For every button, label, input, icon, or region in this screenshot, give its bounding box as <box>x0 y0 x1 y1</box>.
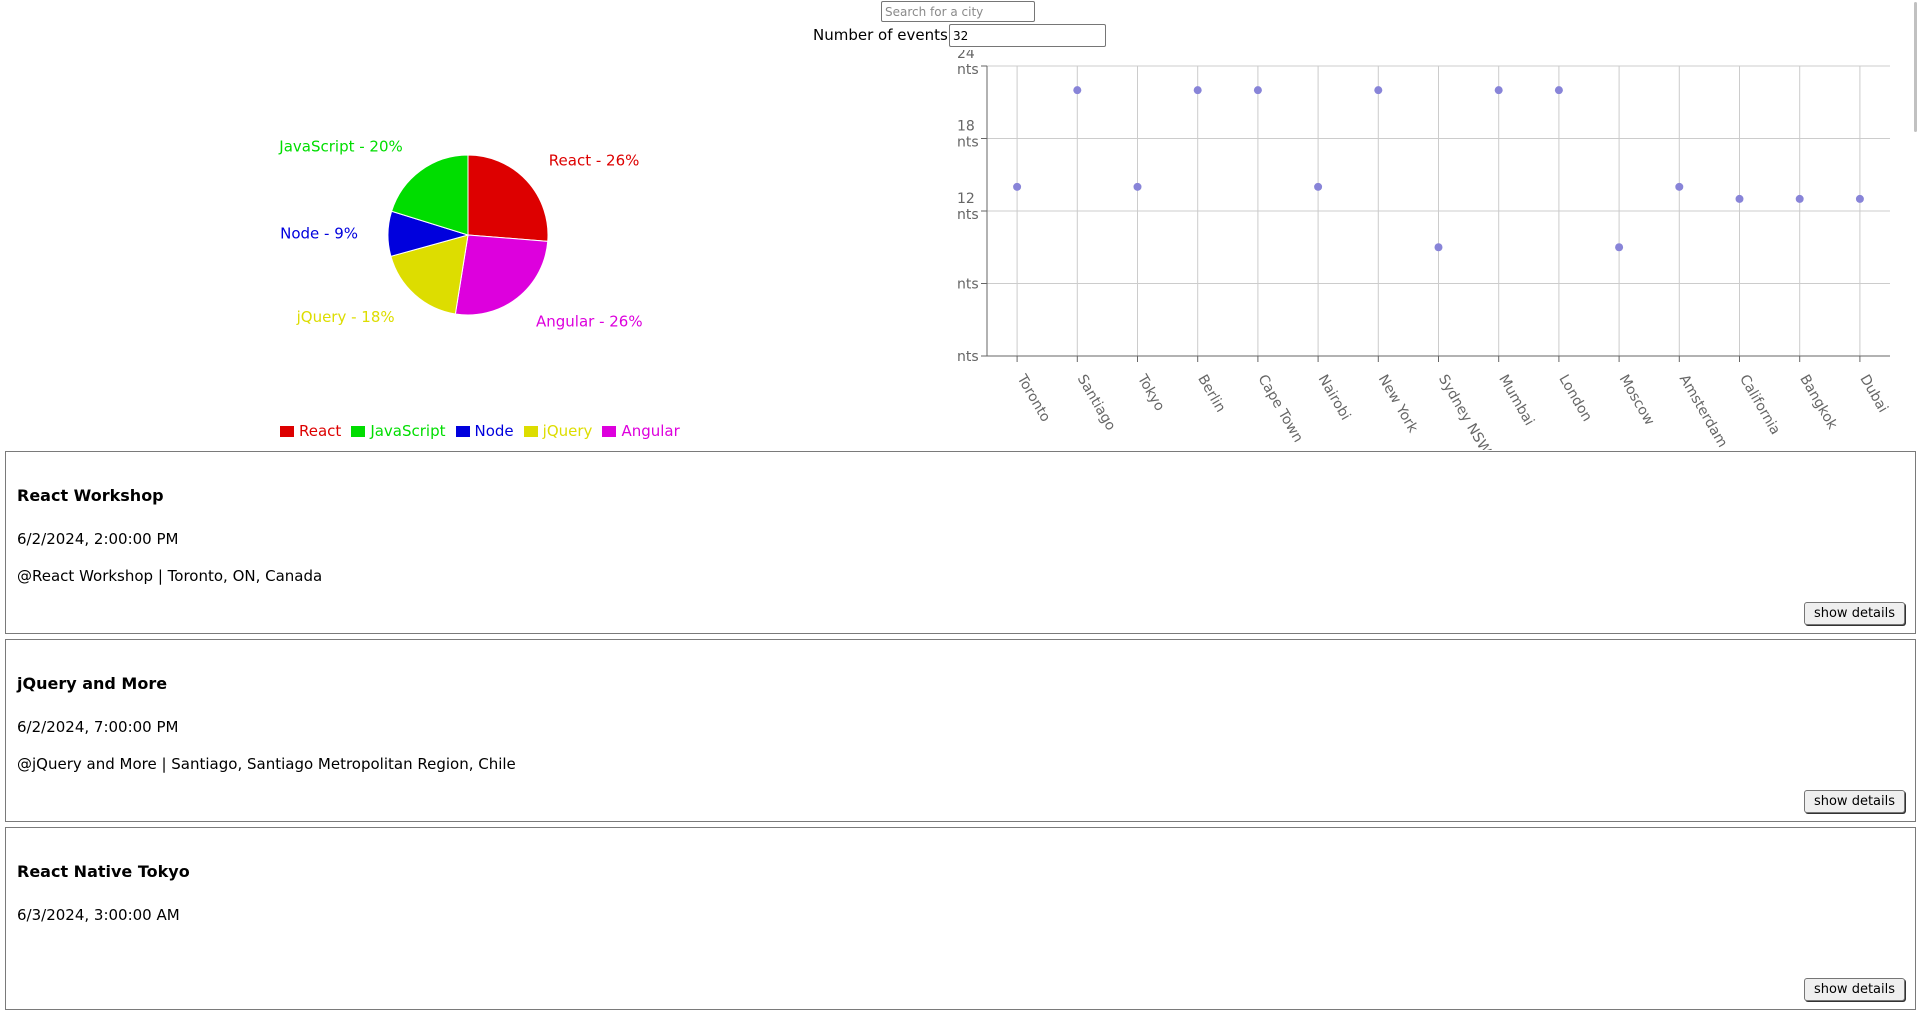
x-tick-label: London <box>1555 372 1595 424</box>
scatter-point-tokyo <box>1133 182 1142 191</box>
scatter-point-california <box>1735 194 1744 203</box>
pie-label-react: React - 26% <box>549 151 640 169</box>
y-tick-label-line: 12 <box>957 191 975 207</box>
legend-item-react: React <box>280 421 341 441</box>
top-controls: Number of events: <box>0 0 1919 50</box>
legend-label: JavaScript <box>370 422 446 440</box>
event-location: @React Workshop | Toronto, ON, Canada <box>17 567 323 585</box>
event-title: jQuery and More <box>17 674 168 693</box>
legend-label: React <box>299 422 342 440</box>
y-tick-label-line: nts <box>957 135 979 151</box>
event-date: 6/2/2024, 7:00:00 PM <box>17 718 179 736</box>
event-list: React Workshop 6/2/2024, 2:00:00 PM @Rea… <box>5 451 1916 1015</box>
y-tick-label-line: nts <box>957 207 979 223</box>
scatter-point-london <box>1554 86 1563 95</box>
y-tick-label-line: nts <box>957 349 979 365</box>
show-details-button[interactable]: show details <box>1804 790 1905 813</box>
y-tick-label: nts <box>957 349 979 365</box>
y-tick-label-line: 24 <box>957 50 975 62</box>
y-tick-label-line: nts <box>957 277 979 293</box>
legend-label: Angular <box>621 422 680 440</box>
pie-slice-angular <box>454 234 549 316</box>
x-tick-label: Amsterdam <box>1676 372 1730 450</box>
legend-label: jQuery <box>542 422 593 440</box>
scatter-point-toronto <box>1013 182 1022 191</box>
x-tick-label: Moscow <box>1616 372 1658 428</box>
x-tick-label: Santiago <box>1074 372 1119 433</box>
legend-item-javascript: JavaScript <box>351 421 446 441</box>
event-title: React Native Tokyo <box>17 862 190 881</box>
page-scrollbar[interactable] <box>1914 2 1917 132</box>
event-title: React Workshop <box>17 486 164 505</box>
scatter-point-cape-town <box>1253 86 1262 95</box>
city-search-input[interactable] <box>881 1 1035 22</box>
y-tick-label: 18 nts <box>957 119 979 151</box>
x-tick-label: Toronto <box>1013 371 1053 425</box>
show-details-button[interactable]: show details <box>1804 978 1905 1001</box>
legend-swatch <box>602 425 617 437</box>
x-tick-label: Dubai <box>1856 372 1890 416</box>
y-tick-label: nts <box>957 277 979 293</box>
x-tick-label: Mumbai <box>1495 372 1537 428</box>
event-card: jQuery and More 6/2/2024, 7:00:00 PM @jQ… <box>5 639 1916 822</box>
event-date: 6/2/2024, 2:00:00 PM <box>17 530 179 548</box>
scatter-point-bangkok <box>1795 194 1804 203</box>
x-tick-label: Bangkok <box>1796 372 1840 433</box>
scatter-point-mumbai <box>1494 86 1503 95</box>
scatter-point-amsterdam <box>1675 182 1684 191</box>
event-card: React Workshop 6/2/2024, 2:00:00 PM @Rea… <box>5 451 1916 634</box>
pie-label-node: Node - 9% <box>280 224 358 242</box>
x-tick-label: Nairobi <box>1315 372 1354 423</box>
number-of-events-label: Number of events: <box>813 26 953 44</box>
scatter-point-santiago <box>1073 86 1082 95</box>
x-tick-label: Cape Town <box>1254 372 1306 445</box>
legend-item-node: Node <box>455 421 514 441</box>
show-details-button[interactable]: show details <box>1804 602 1905 625</box>
legend-item-angular: Angular <box>602 421 680 441</box>
event-date: 6/3/2024, 3:00:00 AM <box>17 906 180 924</box>
x-tick-label: Tokyo <box>1134 371 1168 414</box>
scatter-point-nairobi <box>1314 182 1323 191</box>
y-tick-label-line: 18 <box>957 119 975 135</box>
x-tick-label: California <box>1736 372 1783 438</box>
scatter-point-dubai <box>1855 194 1864 203</box>
scatter-chart: ntsnts12 nts18 nts24 ntsToronto Santiago Toky… <box>957 50 1891 450</box>
scatter-point-sydney-nsw <box>1434 243 1443 252</box>
y-tick-label-line: nts <box>957 62 979 78</box>
x-tick-label: Sydney NSW <box>1435 372 1494 450</box>
scatter-point-berlin <box>1193 86 1202 95</box>
y-tick-label: 24 nts <box>957 50 979 78</box>
legend-swatch <box>523 425 538 437</box>
event-card: React Native Tokyo 6/3/2024, 3:00:00 AM … <box>5 827 1916 1010</box>
pie-label-javascript: JavaScript - 20% <box>278 137 402 155</box>
y-tick-label: 12 nts <box>957 191 979 223</box>
event-location: @jQuery and More | Santiago, Santiago Me… <box>17 755 516 773</box>
number-of-events-input[interactable] <box>949 24 1106 47</box>
legend-swatch <box>351 425 366 437</box>
scatter-point-new-york <box>1374 86 1383 95</box>
legend-swatch <box>455 425 470 437</box>
pie-label-angular: Angular - 26% <box>536 312 643 330</box>
scatter-point-moscow <box>1615 243 1624 252</box>
pie-legend: React JavaScript Node jQuery Angular <box>280 421 680 441</box>
x-tick-label: New York <box>1375 372 1421 436</box>
legend-item-jquery: jQuery <box>523 421 593 441</box>
legend-swatch <box>280 425 294 437</box>
x-tick-label: Berlin <box>1194 372 1228 415</box>
pie-slice-react <box>467 154 549 242</box>
pie-chart: React - 26% Angular - 26% jQuery - 18% Node… <box>278 137 643 330</box>
pie-label-jquery: jQuery - 18% <box>296 308 395 326</box>
legend-label: Node <box>474 422 514 440</box>
